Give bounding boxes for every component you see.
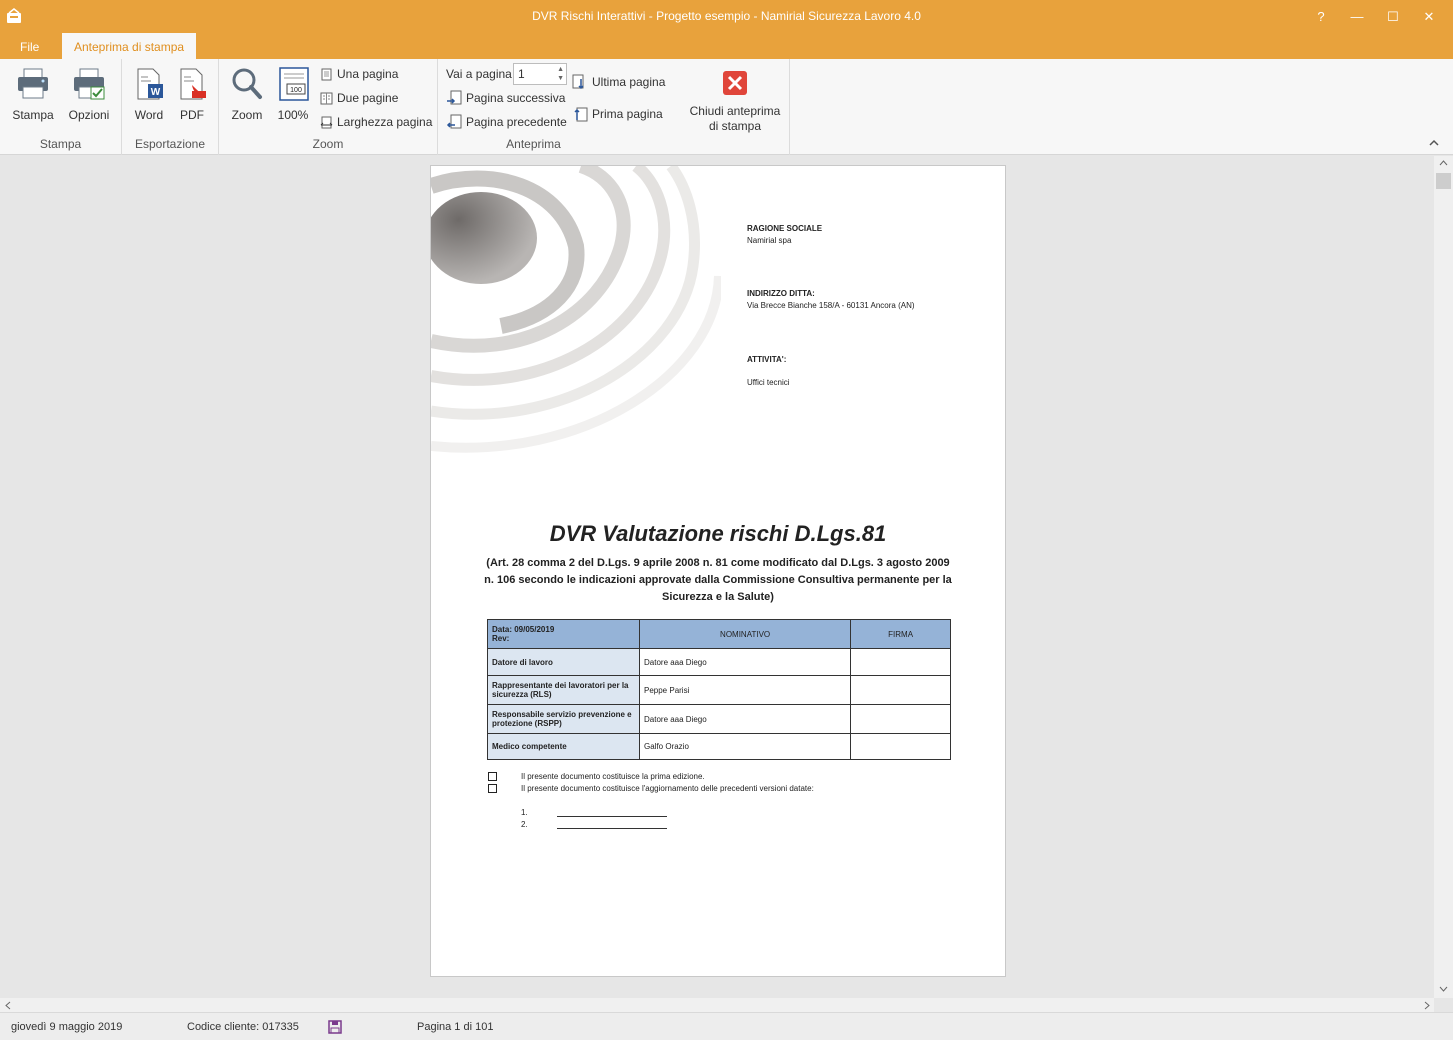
- ragione-sociale-label: RAGIONE SOCIALE: [747, 224, 823, 233]
- group-esportazione: W Word PDF Esportazione: [122, 59, 219, 155]
- table-date-cell: Data: 09/05/2019 Rev:: [487, 619, 640, 649]
- status-codice-cliente: Codice cliente: 017335: [187, 1021, 299, 1033]
- word-icon: W: [137, 68, 163, 100]
- group-zoom: Zoom 100 100% Una pagina Due pagine Larg…: [219, 59, 438, 155]
- table-row: Responsabile servizio prevenzione e prot…: [487, 704, 951, 734]
- ultima-pagina-button[interactable]: Ultima pagina: [572, 72, 665, 92]
- status-bar: giovedì 9 maggio 2019 Codice cliente: 01…: [0, 1012, 1453, 1040]
- larghezza-pagina-button[interactable]: Larghezza pagina: [320, 112, 432, 132]
- checkbox-prima-edizione: [488, 772, 497, 781]
- previous-page-icon: [446, 114, 462, 129]
- tab-file[interactable]: File: [8, 33, 51, 59]
- ribbon-tabs: File Anteprima di stampa: [0, 33, 1453, 59]
- collapse-ribbon-icon[interactable]: [1428, 139, 1440, 147]
- vai-a-pagina-label: Vai a pagina: [446, 67, 512, 81]
- opzioni-button[interactable]: Opzioni: [64, 63, 114, 123]
- attivita-label: ATTIVITA':: [747, 355, 787, 364]
- indirizzo-label: INDIRIZZO DITTA:: [747, 289, 815, 298]
- printer-icon: [18, 68, 48, 99]
- printer-options-icon: [74, 68, 105, 100]
- table-row: Medico competente Galfo Orazio: [487, 733, 951, 760]
- checkbox-aggiornamento: [488, 784, 497, 793]
- scroll-up-icon[interactable]: [1439, 160, 1448, 166]
- page-width-icon: [320, 116, 333, 128]
- scroll-thumb[interactable]: [1436, 173, 1451, 189]
- ribbon: Stampa Opzioni Stampa W Word PDF Esporta…: [0, 59, 1453, 155]
- document-page: RAGIONE SOCIALE Namirial spa INDIRIZZO D…: [430, 165, 1006, 977]
- page-number-spinner[interactable]: 1 ▲ ▼: [513, 63, 567, 85]
- check-text-aggiornamento: Il presente documento costituisce l'aggi…: [521, 784, 814, 793]
- save-icon[interactable]: [328, 1020, 342, 1034]
- table-header-row: Data: 09/05/2019 Rev: NOMINATIVO FIRMA: [487, 619, 951, 649]
- numbered-item-1: 1.: [521, 808, 528, 817]
- pagina-precedente-button[interactable]: Pagina precedente: [446, 112, 567, 132]
- group-label-anteprima: Anteprima: [506, 137, 561, 151]
- maximize-button[interactable]: ☐: [1375, 0, 1411, 33]
- tab-anteprima-di-stampa[interactable]: Anteprima di stampa: [62, 33, 197, 59]
- numbered-item-2: 2.: [521, 820, 528, 829]
- close-window-button[interactable]: ✕: [1411, 0, 1447, 33]
- group-stampa: Stampa Opzioni Stampa: [0, 59, 122, 155]
- vertical-scrollbar[interactable]: [1434, 156, 1453, 998]
- pdf-export-button[interactable]: PDF: [167, 63, 217, 123]
- document-title: DVR Valutazione rischi D.Lgs.81: [549, 521, 887, 546]
- scroll-right-icon[interactable]: [1424, 1001, 1430, 1010]
- ragione-sociale-value: Namirial spa: [747, 236, 792, 245]
- scroll-left-icon[interactable]: [5, 1001, 11, 1010]
- last-page-icon: [572, 74, 584, 90]
- horizontal-scrollbar[interactable]: [0, 998, 1434, 1012]
- stampa-button[interactable]: Stampa: [8, 63, 58, 123]
- table-row: Rappresentante dei lavoratori per la sic…: [487, 675, 951, 705]
- minimize-button[interactable]: —: [1339, 0, 1375, 33]
- table-row: Datore di lavoro Datore aaa Diego: [487, 648, 951, 676]
- group-label-zoom: Zoom: [312, 137, 344, 151]
- title-bar: DVR Rischi Interattivi - Progetto esempi…: [0, 0, 1453, 33]
- window-title: DVR Rischi Interattivi - Progetto esempi…: [532, 9, 921, 23]
- help-button[interactable]: ?: [1303, 0, 1339, 33]
- indirizzo-value: Via Brecce Bianche 158/A - 60131 Ancora …: [747, 301, 915, 310]
- pdf-icon: [180, 68, 206, 100]
- svg-text:100: 100: [290, 87, 302, 94]
- signature-table: Data: 09/05/2019 Rev: NOMINATIVO FIRMA D…: [487, 619, 951, 760]
- blank-line-1: [557, 816, 667, 817]
- document-subtitle: (Art. 28 comma 2 del D.Lgs. 9 aprile 200…: [484, 557, 952, 603]
- blank-line-2: [557, 828, 667, 829]
- magnifier-icon: [232, 68, 262, 99]
- pagina-successiva-button[interactable]: Pagina successiva: [446, 88, 565, 108]
- group-label-esportazione: Esportazione: [134, 137, 206, 151]
- una-pagina-button[interactable]: Una pagina: [320, 64, 398, 84]
- close-preview-icon: [723, 71, 747, 95]
- status-pagina: Pagina 1 di 101: [417, 1021, 494, 1033]
- two-pages-icon: [320, 92, 333, 104]
- company-logo-swirl: [431, 166, 721, 453]
- attivita-value: Uffici tecnici: [747, 378, 790, 387]
- check-text-prima-edizione: Il presente documento costituisce la pri…: [521, 772, 705, 781]
- table-head-nominativo: NOMINATIVO: [638, 619, 852, 649]
- single-page-icon: [321, 68, 332, 80]
- scroll-down-icon[interactable]: [1439, 986, 1448, 992]
- table-head-firma: FIRMA: [850, 619, 951, 649]
- zoom-100-button[interactable]: 100 100%: [268, 63, 318, 123]
- due-pagine-button[interactable]: Due pagine: [320, 88, 398, 108]
- prima-pagina-button[interactable]: Prima pagina: [572, 104, 663, 124]
- svg-text:W: W: [151, 87, 161, 98]
- first-page-icon: [574, 107, 588, 122]
- group-label-stampa: Stampa: [39, 137, 82, 151]
- group-anteprima: Vai a pagina 1 ▲ ▼ Pagina successiva Pagi…: [438, 59, 790, 155]
- spinner-arrows-icon[interactable]: ▲ ▼: [557, 65, 564, 83]
- page-100-icon: 100: [279, 67, 309, 101]
- next-page-icon: [447, 90, 462, 105]
- status-date: giovedì 9 maggio 2019: [11, 1021, 123, 1033]
- chiudi-anteprima-button[interactable]: Chiudi anteprima di stampa: [690, 63, 780, 133]
